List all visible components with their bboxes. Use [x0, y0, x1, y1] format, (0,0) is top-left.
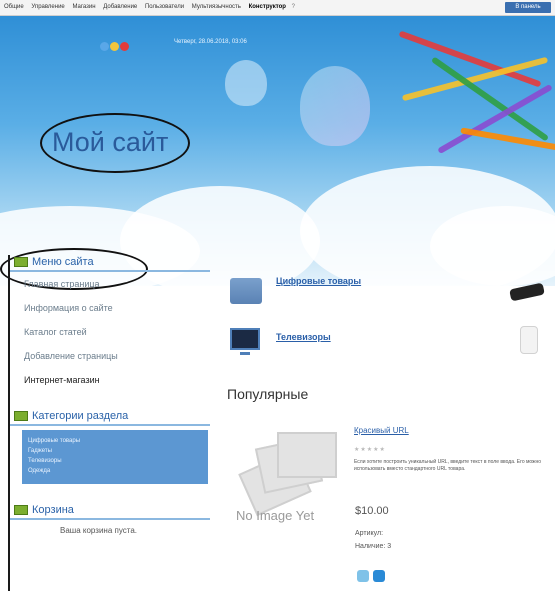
site-menu-header: Меню сайта	[10, 250, 210, 272]
categories-header: Категории раздела	[10, 404, 210, 426]
tv-icon[interactable]	[230, 328, 260, 350]
categories-list: Цифровые товары Гаджеты Телевизоры Одежд…	[22, 430, 208, 484]
site-menu-title: Меню сайта	[32, 256, 94, 268]
product-price: $10.00	[355, 505, 389, 517]
warning-icon[interactable]	[110, 42, 119, 51]
cart-title: Корзина	[32, 504, 74, 516]
phone-image[interactable]	[509, 282, 545, 302]
admin-menu-item-users[interactable]: Пользователи	[145, 4, 184, 10]
cart-add-icon[interactable]	[373, 570, 385, 582]
no-image-label: No Image Yet	[236, 508, 315, 523]
admin-menu-item-add[interactable]: Добавление	[103, 4, 137, 10]
divider	[10, 270, 210, 272]
info-icon[interactable]	[100, 42, 109, 51]
folder-icon[interactable]	[230, 278, 262, 304]
product-actions	[357, 569, 389, 587]
sidebar: Меню сайта Главная страница Информация о…	[10, 250, 210, 535]
categories-title: Категории раздела	[32, 410, 129, 422]
admin-menu-item-management[interactable]: Управление	[31, 4, 64, 10]
menu-item-articles[interactable]: Каталог статей	[24, 320, 210, 344]
divider	[10, 518, 210, 520]
window-left-edge	[8, 255, 10, 591]
close-icon[interactable]	[120, 42, 129, 51]
popular-heading: Популярные	[227, 386, 309, 402]
compare-icon[interactable]	[357, 570, 369, 582]
product-stock: Наличие: 3	[355, 543, 392, 550]
menu-item-shop[interactable]: Интернет-магазин	[24, 368, 210, 392]
tv-stand	[240, 352, 250, 355]
site-menu-list: Главная страница Информация о сайте Ката…	[10, 272, 210, 392]
product-sku: Артикул:	[355, 530, 384, 537]
category-link-tv[interactable]: Телевизоры	[276, 332, 331, 342]
main-content: Цифровые товары Телевизоры	[222, 270, 555, 355]
divider	[10, 424, 210, 426]
admin-menu-item-general[interactable]: Общие	[4, 4, 24, 10]
admin-menu-item-constructor[interactable]: Конструктор	[249, 4, 286, 10]
balloon-image	[300, 66, 370, 146]
admin-menu: Общие Управление Магазин Добавление Поль…	[4, 4, 301, 10]
cart-empty-message: Ваша корзина пуста.	[60, 526, 137, 535]
category-link[interactable]: Гаджеты	[28, 446, 202, 456]
admin-menu-item-multilang[interactable]: Мультиязычность	[192, 4, 241, 10]
shirt-image[interactable]	[520, 326, 538, 354]
cart-block-icon	[14, 505, 28, 515]
status-icons	[100, 38, 130, 56]
cart-header: Корзина	[10, 498, 210, 520]
admin-menu-item-shop[interactable]: Магазин	[72, 4, 95, 10]
product-description: Если хотите построить уникальный URL, вв…	[354, 459, 542, 472]
site-title[interactable]: Мой сайт	[52, 127, 168, 158]
admin-panel-button[interactable]: В панель	[505, 2, 551, 13]
product-title-link[interactable]: Красивый URL	[354, 426, 409, 435]
menu-item-about[interactable]: Информация о сайте	[24, 296, 210, 320]
category-link-digital[interactable]: Цифровые товары	[276, 276, 361, 286]
help-link[interactable]: ?	[292, 4, 295, 10]
menu-item-home[interactable]: Главная страница	[24, 272, 210, 296]
menu-item-add-page[interactable]: Добавление страницы	[24, 344, 210, 368]
category-link[interactable]: Телевизоры	[28, 456, 202, 466]
balloon-image	[225, 60, 267, 106]
categories-block-icon	[14, 411, 28, 421]
admin-top-bar: Общие Управление Магазин Добавление Поль…	[0, 0, 555, 16]
menu-block-icon	[14, 257, 28, 267]
category-link[interactable]: Одежда	[28, 466, 202, 476]
category-link[interactable]: Цифровые товары	[28, 436, 202, 446]
product-rating[interactable]: ★★★★★	[354, 446, 386, 453]
photo-stack	[277, 432, 337, 478]
shop-categories: Цифровые товары Телевизоры	[222, 270, 555, 355]
header-datetime: Четверг, 28.06.2018, 03:06	[174, 39, 247, 45]
